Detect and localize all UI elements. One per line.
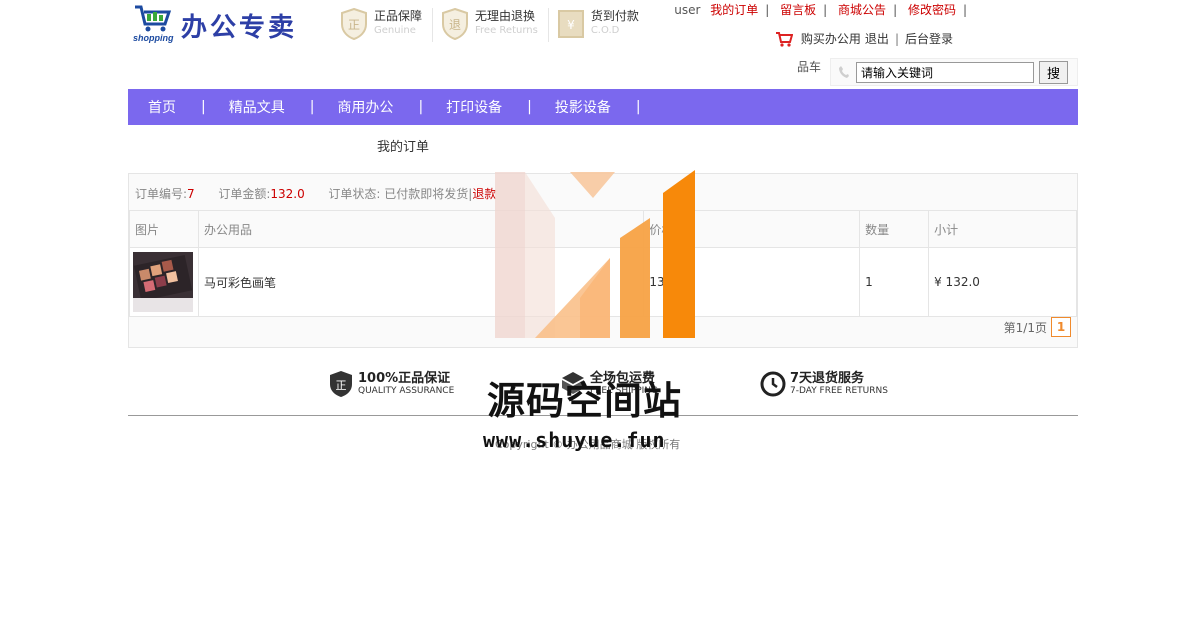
search-button[interactable]: 搜 bbox=[1039, 61, 1068, 84]
search-input[interactable] bbox=[856, 62, 1034, 83]
cart-link[interactable]: 购买办公用 bbox=[801, 30, 861, 47]
watermark-text: 源码空间站 bbox=[487, 379, 683, 423]
genuine-badge-icon: 正 bbox=[341, 8, 367, 40]
guarantee-returns: 退 无理由退换 Free Returns bbox=[441, 8, 549, 42]
col-product: 办公用品 bbox=[197, 210, 645, 248]
product-price: 132 bbox=[643, 247, 861, 317]
order-panel: 订单编号:7 订单金额:132.0 订单状态: 已付款即将发货|退款 图片 办公… bbox=[128, 173, 1078, 348]
guarantee-title: 无理由退换 bbox=[475, 9, 536, 23]
watermark-url: www.shuyue.fun bbox=[483, 428, 666, 452]
username: user bbox=[674, 3, 701, 17]
my-orders-link[interactable]: 我的订单 bbox=[710, 3, 758, 17]
cod-badge-icon: ¥ bbox=[557, 10, 584, 38]
svg-text:¥: ¥ bbox=[567, 18, 575, 32]
main-nav: 首页 | 精品文具 | 商用办公 | 打印设备 | 投影设备 | bbox=[128, 89, 1078, 125]
product-qty: 1 bbox=[859, 247, 930, 317]
phone-icon bbox=[839, 66, 849, 78]
change-password-link[interactable]: 修改密码 bbox=[908, 3, 956, 17]
col-qty: 数量 bbox=[859, 210, 930, 248]
refund-link[interactable]: 退款 bbox=[472, 187, 496, 201]
guarantee-subtitle: C.O.D bbox=[590, 25, 620, 36]
guarantee-title: 正品保障 bbox=[374, 9, 423, 23]
svg-text:正: 正 bbox=[348, 18, 360, 32]
guarantee-subtitle: Genuine bbox=[374, 25, 416, 36]
page-current[interactable]: 1 bbox=[1051, 317, 1071, 337]
order-items-table: 图片 办公用品 价格 数量 小计 马可彩色画笔 132 1 ¥ 132.0 bbox=[129, 210, 1077, 317]
product-name[interactable]: 马可彩色画笔 bbox=[197, 247, 645, 317]
nav-printers[interactable]: 打印设备 bbox=[446, 97, 502, 117]
nav-office[interactable]: 商用办公 bbox=[337, 97, 393, 117]
product-thumbnail[interactable] bbox=[133, 252, 193, 312]
nav-projectors[interactable]: 投影设备 bbox=[555, 97, 611, 117]
guarantee-subtitle: Free Returns bbox=[475, 25, 538, 36]
product-subtotal: ¥ 132.0 bbox=[928, 247, 1077, 317]
guarantee-bar: 正 正品保障 Genuine 退 无理由退换 Free Returns ¥ 货到… bbox=[340, 8, 657, 44]
nav-stationery[interactable]: 精品文具 bbox=[229, 97, 285, 117]
nav-home[interactable]: 首页 bbox=[148, 97, 176, 117]
message-board-link[interactable]: 留言板 bbox=[780, 3, 816, 17]
top-user-nav: user 我的订单 | 留言板 | 商城公告 | 修改密码 | bbox=[674, 3, 967, 17]
svg-text:正: 正 bbox=[336, 379, 347, 392]
table-header-row: 图片 办公用品 价格 数量 小计 bbox=[129, 210, 1077, 248]
admin-login-link[interactable]: 后台登录 bbox=[905, 30, 953, 47]
col-price: 价格 bbox=[643, 210, 861, 248]
guarantee-cod: ¥ 货到付款 C.O.D bbox=[557, 8, 649, 42]
shopping-cart-logo-icon bbox=[135, 5, 172, 32]
svg-text:退: 退 bbox=[449, 18, 461, 32]
pagination: 第1/1页 1 bbox=[1004, 317, 1071, 337]
guarantee-title: 货到付款 bbox=[590, 9, 639, 23]
logout-link[interactable]: 退出 bbox=[865, 30, 889, 47]
col-image: 图片 bbox=[129, 210, 199, 248]
cart-label: 品车 bbox=[797, 60, 822, 74]
brand-name: 办公专卖 bbox=[181, 13, 298, 43]
page-title: 我的订单 bbox=[377, 140, 430, 155]
table-row: 马可彩色画笔 132 1 ¥ 132.0 bbox=[129, 247, 1077, 317]
service-returns: 7天退货服务 7-DAY FREE RETURNS bbox=[760, 370, 888, 398]
order-id: 7 bbox=[187, 187, 195, 201]
cart-nav: 购买办公用 退出 | 后台登录 bbox=[775, 30, 953, 47]
clock-icon bbox=[760, 371, 786, 397]
guarantee-genuine: 正 正品保障 Genuine bbox=[340, 8, 434, 42]
order-summary: 订单编号:7 订单金额:132.0 订单状态: 已付款即将发货|退款 bbox=[135, 187, 497, 201]
returns-badge-icon: 退 bbox=[442, 8, 469, 40]
cart-icon[interactable] bbox=[775, 31, 793, 47]
order-amount: 132.0 bbox=[270, 187, 305, 201]
shield-icon: 正 bbox=[330, 371, 352, 397]
order-status: 已付款即将发货| bbox=[384, 187, 473, 201]
announcements-link[interactable]: 商城公告 bbox=[838, 3, 886, 17]
service-quality: 正 100%正品保证 QUALITY ASSURANCE bbox=[328, 370, 454, 398]
search-bar: 搜 bbox=[830, 58, 1078, 86]
logo-shopping-text: shopping bbox=[133, 33, 174, 43]
page-label: 第1/1页 bbox=[1003, 320, 1047, 335]
col-subtotal: 小计 bbox=[928, 210, 1077, 248]
site-logo[interactable]: shopping 办公专卖 bbox=[133, 4, 308, 46]
